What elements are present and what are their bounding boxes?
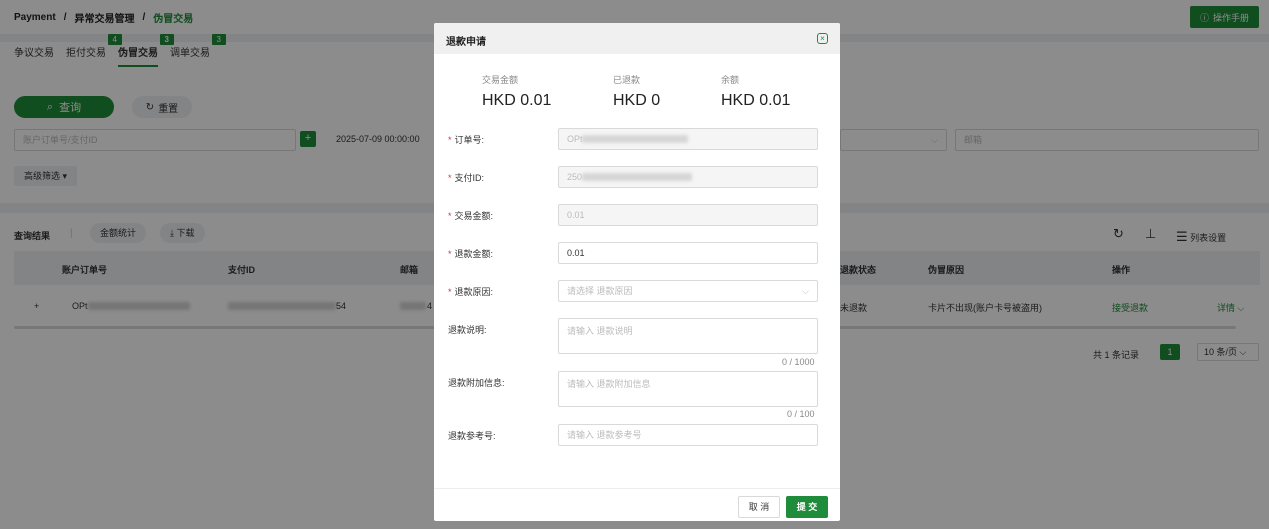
chevron-down-icon: ⌵	[802, 286, 809, 296]
refund-amount-label: * 退款金额:	[448, 247, 493, 260]
refund-reason-label-text: 退款原因:	[454, 287, 494, 297]
refund-reason-select[interactable]: 请选择 退款原因 ⌵	[558, 280, 818, 302]
refund-ref-label: 退款参考号:	[448, 431, 496, 441]
dialog-title: 退款申请	[446, 37, 486, 48]
refund-desc-textarea[interactable]: 请输入 退款说明	[558, 318, 818, 354]
summary-label: 已退款	[613, 75, 641, 85]
summary-value: HKD 0.01	[482, 92, 552, 109]
amount-label-text: 交易金额:	[454, 211, 494, 221]
order-label-text: 订单号:	[454, 135, 485, 145]
dialog-header	[434, 23, 840, 54]
summary-label: 交易金额	[482, 75, 519, 85]
required-mark: *	[448, 173, 452, 183]
refund-extra-textarea[interactable]: 请输入 退款附加信息	[558, 371, 818, 407]
pay-id-label-text: 支付ID:	[454, 173, 485, 183]
required-mark: *	[448, 287, 452, 297]
required-mark: *	[448, 211, 452, 221]
pay-id-value: 250	[567, 172, 583, 182]
submit-button[interactable]: 提 交	[786, 496, 828, 518]
extra-char-counter: 0 / 100	[787, 409, 815, 419]
close-icon[interactable]: ×	[817, 33, 828, 44]
refund-extra-label: 退款附加信息:	[448, 378, 505, 388]
refund-desc-label: 退款说明:	[448, 325, 487, 335]
cancel-button[interactable]: 取 消	[738, 496, 780, 518]
summary-value: HKD 0	[613, 92, 661, 109]
amount-label: * 交易金额:	[448, 209, 493, 222]
dialog-footer-divider	[434, 488, 840, 489]
summary-label: 余额	[721, 75, 740, 85]
pay-id-label: * 支付ID:	[448, 171, 484, 184]
refund-amount-label-text: 退款金额:	[454, 249, 494, 259]
refund-ref-input[interactable]: 请输入 退款参考号	[558, 424, 818, 446]
order-value: OPt	[567, 134, 583, 144]
redacted-text	[582, 173, 692, 181]
required-mark: *	[448, 249, 452, 259]
required-mark: *	[448, 135, 452, 145]
desc-char-counter: 0 / 1000	[782, 357, 815, 367]
refund-reason-placeholder: 请选择 退款原因	[567, 286, 633, 296]
refund-amount-input[interactable]: 0.01	[558, 242, 818, 264]
summary-value: HKD 0.01	[721, 92, 791, 109]
refund-dialog: 退款申请 × 交易金额 HKD 0.01 已退款 HKD 0 余额 HKD 0.…	[434, 23, 840, 521]
order-label: * 订单号:	[448, 133, 484, 146]
refund-reason-label: * 退款原因:	[448, 285, 493, 298]
redacted-text	[582, 135, 688, 143]
amount-field: 0.01	[558, 204, 818, 226]
